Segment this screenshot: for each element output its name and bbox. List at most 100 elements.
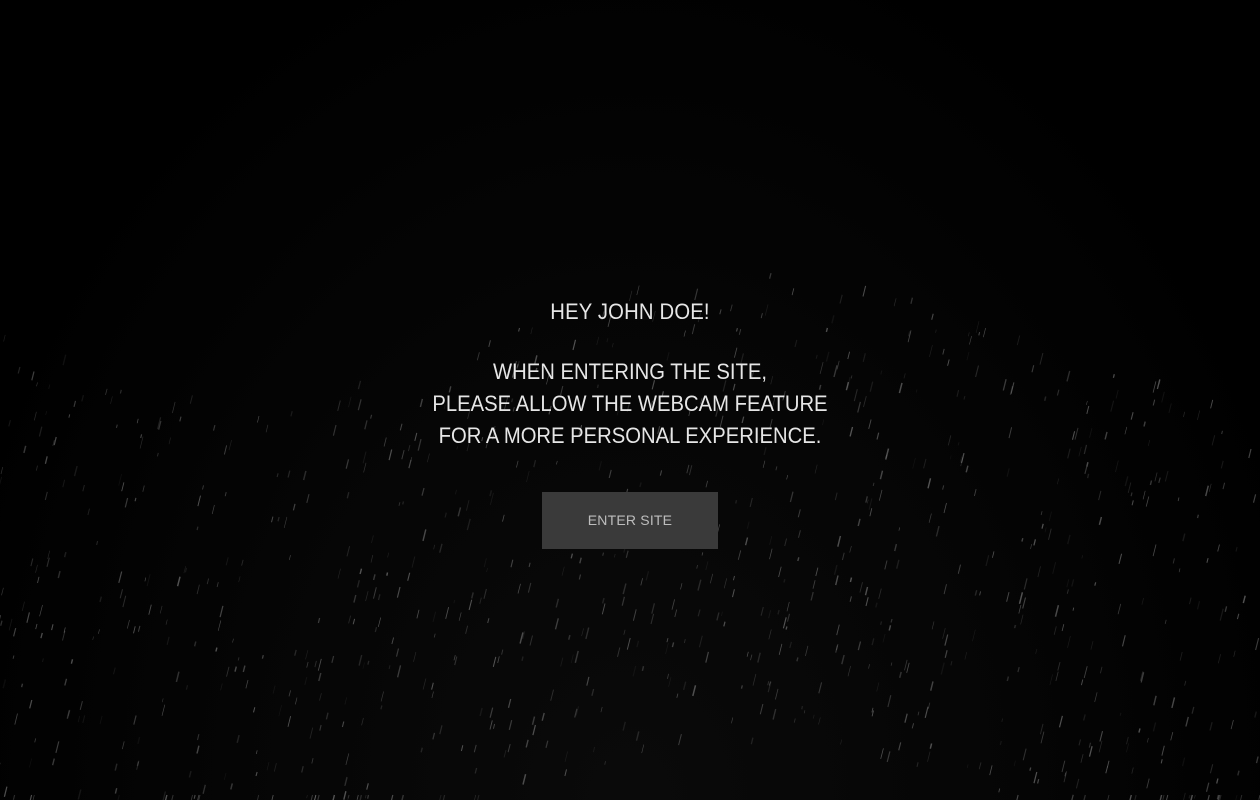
rain-particle bbox=[314, 660, 317, 668]
rain-particle bbox=[1, 587, 4, 596]
rain-particle bbox=[636, 640, 640, 648]
rain-particle bbox=[433, 633, 436, 638]
rain-particle bbox=[390, 794, 394, 800]
rain-particle bbox=[750, 654, 753, 661]
rain-particle bbox=[345, 753, 350, 765]
rain-particle bbox=[841, 654, 845, 665]
rain-particle bbox=[1219, 608, 1224, 621]
rain-particle bbox=[306, 661, 309, 668]
rain-particle bbox=[1224, 606, 1228, 612]
rain-particle bbox=[931, 621, 935, 630]
rain-particle bbox=[64, 678, 68, 686]
rain-particle bbox=[241, 559, 244, 566]
rain-particle bbox=[388, 665, 391, 670]
rain-particle bbox=[272, 685, 276, 694]
rain-particle bbox=[117, 794, 120, 800]
rain-particle bbox=[1033, 771, 1038, 784]
rain-particle bbox=[985, 555, 990, 567]
rain-particle bbox=[453, 599, 456, 604]
rain-particle bbox=[666, 673, 670, 679]
rain-particle bbox=[238, 576, 241, 583]
rain-particle bbox=[1049, 674, 1053, 686]
rain-particle bbox=[815, 567, 819, 577]
enter-site-button[interactable]: ENTER SITE bbox=[542, 492, 718, 549]
rain-particle bbox=[1082, 714, 1086, 721]
rain-particle bbox=[1242, 595, 1246, 604]
rain-particle bbox=[256, 794, 260, 800]
rain-particle bbox=[705, 651, 709, 663]
rain-particle bbox=[1099, 730, 1104, 742]
rain-particle bbox=[880, 748, 884, 759]
rain-particle bbox=[119, 589, 124, 599]
rain-particle bbox=[906, 662, 910, 673]
rain-particle bbox=[3, 786, 8, 797]
rain-particle bbox=[737, 550, 742, 560]
rain-particle bbox=[636, 285, 640, 296]
rain-particle bbox=[453, 655, 456, 661]
rain-particle bbox=[148, 604, 152, 615]
rain-particle bbox=[1161, 745, 1165, 756]
rain-particle bbox=[12, 794, 16, 800]
rain-particle bbox=[840, 739, 842, 745]
rain-particle bbox=[99, 715, 103, 725]
rain-particle bbox=[723, 578, 728, 589]
rain-particle bbox=[682, 681, 687, 691]
rain-particle bbox=[1039, 723, 1044, 735]
rain-particle bbox=[1217, 654, 1222, 664]
rain-particle bbox=[353, 594, 357, 603]
rain-particle bbox=[190, 794, 193, 800]
rain-particle bbox=[439, 725, 443, 735]
rain-particle bbox=[370, 554, 374, 563]
rain-particle bbox=[775, 688, 779, 700]
rain-particle bbox=[501, 649, 504, 655]
rain-particle bbox=[940, 662, 945, 675]
rain-particle bbox=[992, 551, 995, 558]
rain-particle bbox=[862, 285, 867, 297]
rain-particle bbox=[317, 617, 321, 624]
rain-particle bbox=[1001, 718, 1003, 722]
rain-particle bbox=[1066, 589, 1069, 594]
rain-particle bbox=[812, 714, 815, 719]
rain-particle bbox=[554, 618, 559, 630]
rain-particle bbox=[944, 634, 949, 646]
rain-particle bbox=[337, 568, 341, 579]
rain-particle bbox=[1022, 748, 1027, 761]
rain-particle bbox=[477, 794, 480, 800]
rain-particle bbox=[750, 737, 754, 745]
rain-particle bbox=[849, 596, 852, 602]
rain-particle bbox=[1206, 557, 1209, 563]
rain-particle bbox=[564, 751, 568, 762]
rain-particle bbox=[51, 758, 55, 766]
rain-particle bbox=[1067, 635, 1071, 648]
rain-particle bbox=[797, 557, 800, 562]
rain-particle bbox=[1020, 614, 1024, 625]
rain-particle bbox=[1090, 641, 1094, 650]
rain-particle bbox=[503, 749, 507, 758]
rain-particle bbox=[1058, 715, 1063, 728]
rain-particle bbox=[1107, 794, 1110, 800]
rain-particle bbox=[1146, 737, 1149, 743]
rain-particle bbox=[359, 568, 363, 575]
rain-particle bbox=[1094, 692, 1098, 703]
rain-particle bbox=[51, 624, 54, 631]
rain-particle bbox=[35, 623, 38, 630]
rain-particle bbox=[882, 633, 886, 643]
message-line: PLEASE ALLOW THE WEBCAM FEATURE bbox=[432, 391, 828, 416]
rain-particle bbox=[783, 579, 786, 583]
rain-particle bbox=[377, 617, 382, 627]
rain-particle bbox=[362, 662, 365, 669]
rain-particle bbox=[133, 715, 137, 725]
rain-particle bbox=[671, 642, 675, 648]
rain-particle bbox=[1053, 626, 1057, 635]
rain-particle bbox=[1018, 605, 1022, 614]
rain-particle bbox=[1205, 782, 1210, 792]
rain-particle bbox=[709, 573, 714, 584]
rain-particle bbox=[310, 794, 314, 800]
rain-particle bbox=[1022, 597, 1027, 609]
rain-particle bbox=[692, 685, 697, 697]
rain-particle bbox=[202, 784, 206, 794]
rain-particle bbox=[12, 655, 15, 659]
rain-particle bbox=[570, 654, 574, 664]
rain-particle bbox=[697, 579, 702, 591]
rain-particle bbox=[964, 652, 968, 660]
